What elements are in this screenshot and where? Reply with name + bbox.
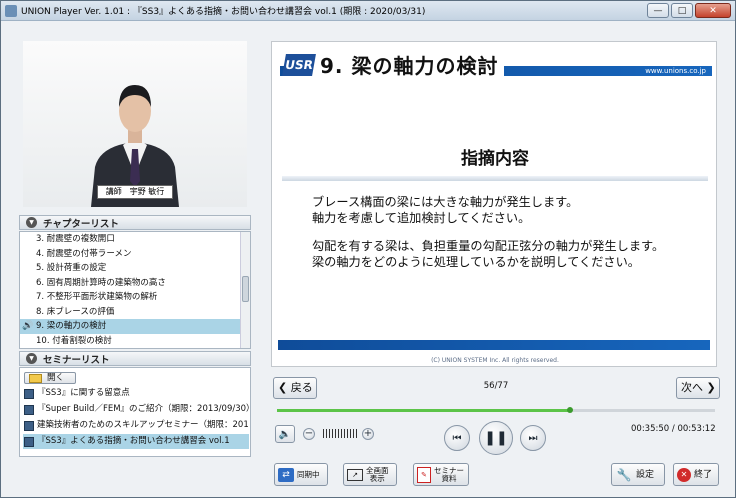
slide-view: www.unions.co.jp USR 9. 梁の軸力の検討 指摘内容 ブレー… [271, 41, 717, 367]
chapter-item[interactable]: 5. 設計荷重の設定 [20, 261, 250, 276]
seminar-item[interactable]: 建築技術者のためのスキルアップセミナー（期限：2012/ [23, 418, 249, 433]
chapter-list-title: チャプターリスト [43, 218, 119, 230]
slide-heading: 指摘内容 [461, 149, 529, 169]
app-icon [5, 4, 17, 17]
chapter-scrollbar[interactable] [240, 232, 250, 348]
pdf-icon: ✎ [417, 466, 431, 483]
seminar-item[interactable]: 『Super Build／FEM』のご紹介（期限：2013/09/30） [23, 402, 249, 417]
fast-forward-icon: ⏭ [528, 432, 538, 444]
slide-footer-bar [278, 340, 710, 350]
seminar-item-selected[interactable]: 『SS3』よくある指摘・お問い合わせ講習会 vol.1 [23, 434, 249, 449]
window-title: UNION Player Ver. 1.01 : 『SS3』よくある指摘・お問い… [21, 7, 426, 17]
chapter-item[interactable]: 6. 固有周期計算時の建築物の高さ [20, 276, 250, 291]
collapse-icon[interactable]: ▼ [26, 353, 37, 364]
pause-button[interactable]: ❚❚ [479, 421, 513, 455]
mute-button[interactable]: 🔈 [275, 425, 295, 443]
fullscreen-button[interactable]: ↗ 全画面 表示 [343, 463, 397, 486]
volume-slider[interactable] [323, 429, 357, 438]
page-counter: 56/77 [483, 381, 509, 391]
progress-knob[interactable] [567, 407, 574, 413]
open-button[interactable]: 開く [24, 372, 76, 384]
seminar-file-icon [24, 405, 34, 415]
chapter-item[interactable]: 4. 耐震壁の付帯ラーメン [20, 247, 250, 262]
slide-divider [282, 176, 708, 181]
slide-text: 梁の軸力をどのように処理しているかを説明してください。 [312, 255, 640, 269]
progress-fill [277, 409, 571, 412]
playback-time: 00:35:50 / 00:53:12 [631, 424, 716, 434]
next-button[interactable]: 次へ ❯ [676, 377, 720, 399]
wrench-icon: 🔧 [616, 467, 632, 482]
speaker-icon: 🔈 [278, 428, 292, 440]
volume-up-button[interactable]: + [362, 428, 374, 440]
fast-forward-button[interactable]: ⏭ [520, 425, 546, 451]
fullscreen-icon: ↗ [347, 468, 363, 481]
chapter-item-selected[interactable]: 🔊 9. 梁の軸力の検討 [20, 319, 250, 334]
sync-icon: ⇄ [278, 467, 294, 482]
rewind-icon: ⏮ [452, 432, 462, 444]
folder-icon [29, 374, 42, 383]
seminar-list[interactable]: 開く 『SS3』に関する留意点 『Super Build／FEM』のご紹介（期限… [19, 367, 251, 457]
chapter-item[interactable]: 3. 耐震壁の複数開口 [20, 232, 250, 247]
lecturer-nameplate: 講師 宇野 敏行 [97, 185, 173, 199]
title-bar: UNION Player Ver. 1.01 : 『SS3』よくある指摘・お問い… [1, 1, 735, 21]
speaker-icon: 🔊 [22, 321, 34, 331]
scrollbar-thumb[interactable] [242, 276, 249, 302]
slide-copyright: (C) UNION SYSTEM Inc. All rights reserve… [431, 357, 559, 364]
seminar-file-icon [24, 421, 34, 431]
seminar-document-button[interactable]: ✎ セミナー 資料 [413, 463, 469, 486]
slide-text: 勾配を有する梁は、負担重量の勾配正弦分の軸力が発生します。 [312, 239, 665, 253]
rewind-button[interactable]: ⏮ [444, 425, 470, 451]
chevron-left-icon: ❮ [278, 381, 288, 394]
prev-button[interactable]: ❮ 戻る [273, 377, 317, 399]
seminar-file-icon [24, 389, 34, 399]
settings-button[interactable]: 🔧 設定 [611, 463, 665, 486]
exit-icon: ✕ [677, 467, 691, 482]
maximize-icon[interactable]: □ [671, 3, 693, 18]
usr-logo: USR [282, 53, 316, 76]
pause-icon: ❚❚ [484, 430, 508, 446]
chevron-right-icon: ❯ [706, 381, 716, 394]
collapse-icon[interactable]: ▼ [26, 217, 37, 228]
seminar-item[interactable]: 『SS3』に関する留意点 [23, 386, 249, 401]
progress-bar[interactable] [277, 407, 715, 413]
exit-button[interactable]: ✕ 終了 [673, 463, 719, 486]
slide-text: 軸力を考慮して追加検討してください。 [312, 211, 531, 225]
seminar-file-icon [24, 437, 34, 447]
lecture-video[interactable]: 講師 宇野 敏行 [23, 41, 247, 207]
slide-text: ブレース構面の梁には大きな軸力が発生します。 [312, 195, 579, 209]
chapter-list[interactable]: 3. 耐震壁の複数開口 4. 耐震壁の付帯ラーメン 5. 設計荷重の設定 6. … [19, 231, 251, 349]
chapter-item[interactable]: 10. 付着割裂の検討 [20, 334, 250, 349]
slide-url: www.unions.co.jp [645, 67, 706, 75]
chapter-list-header[interactable]: ▼ チャプターリスト [19, 215, 251, 230]
close-icon[interactable]: ✕ [695, 3, 731, 18]
app-window: UNION Player Ver. 1.01 : 『SS3』よくある指摘・お問い… [0, 0, 736, 498]
chapter-item[interactable]: 7. 不整形平面形状建築物の解析 [20, 290, 250, 305]
slide-title: 9. 梁の軸力の検討 [320, 54, 499, 78]
seminar-list-header[interactable]: ▼ セミナーリスト [19, 351, 251, 366]
seminar-list-title: セミナーリスト [43, 354, 110, 366]
volume-down-button[interactable]: − [303, 428, 315, 440]
minimize-icon[interactable]: — [647, 3, 669, 18]
sync-button[interactable]: ⇄ 同期中 [274, 463, 328, 486]
chapter-item[interactable]: 8. 床ブレースの評価 [20, 305, 250, 320]
